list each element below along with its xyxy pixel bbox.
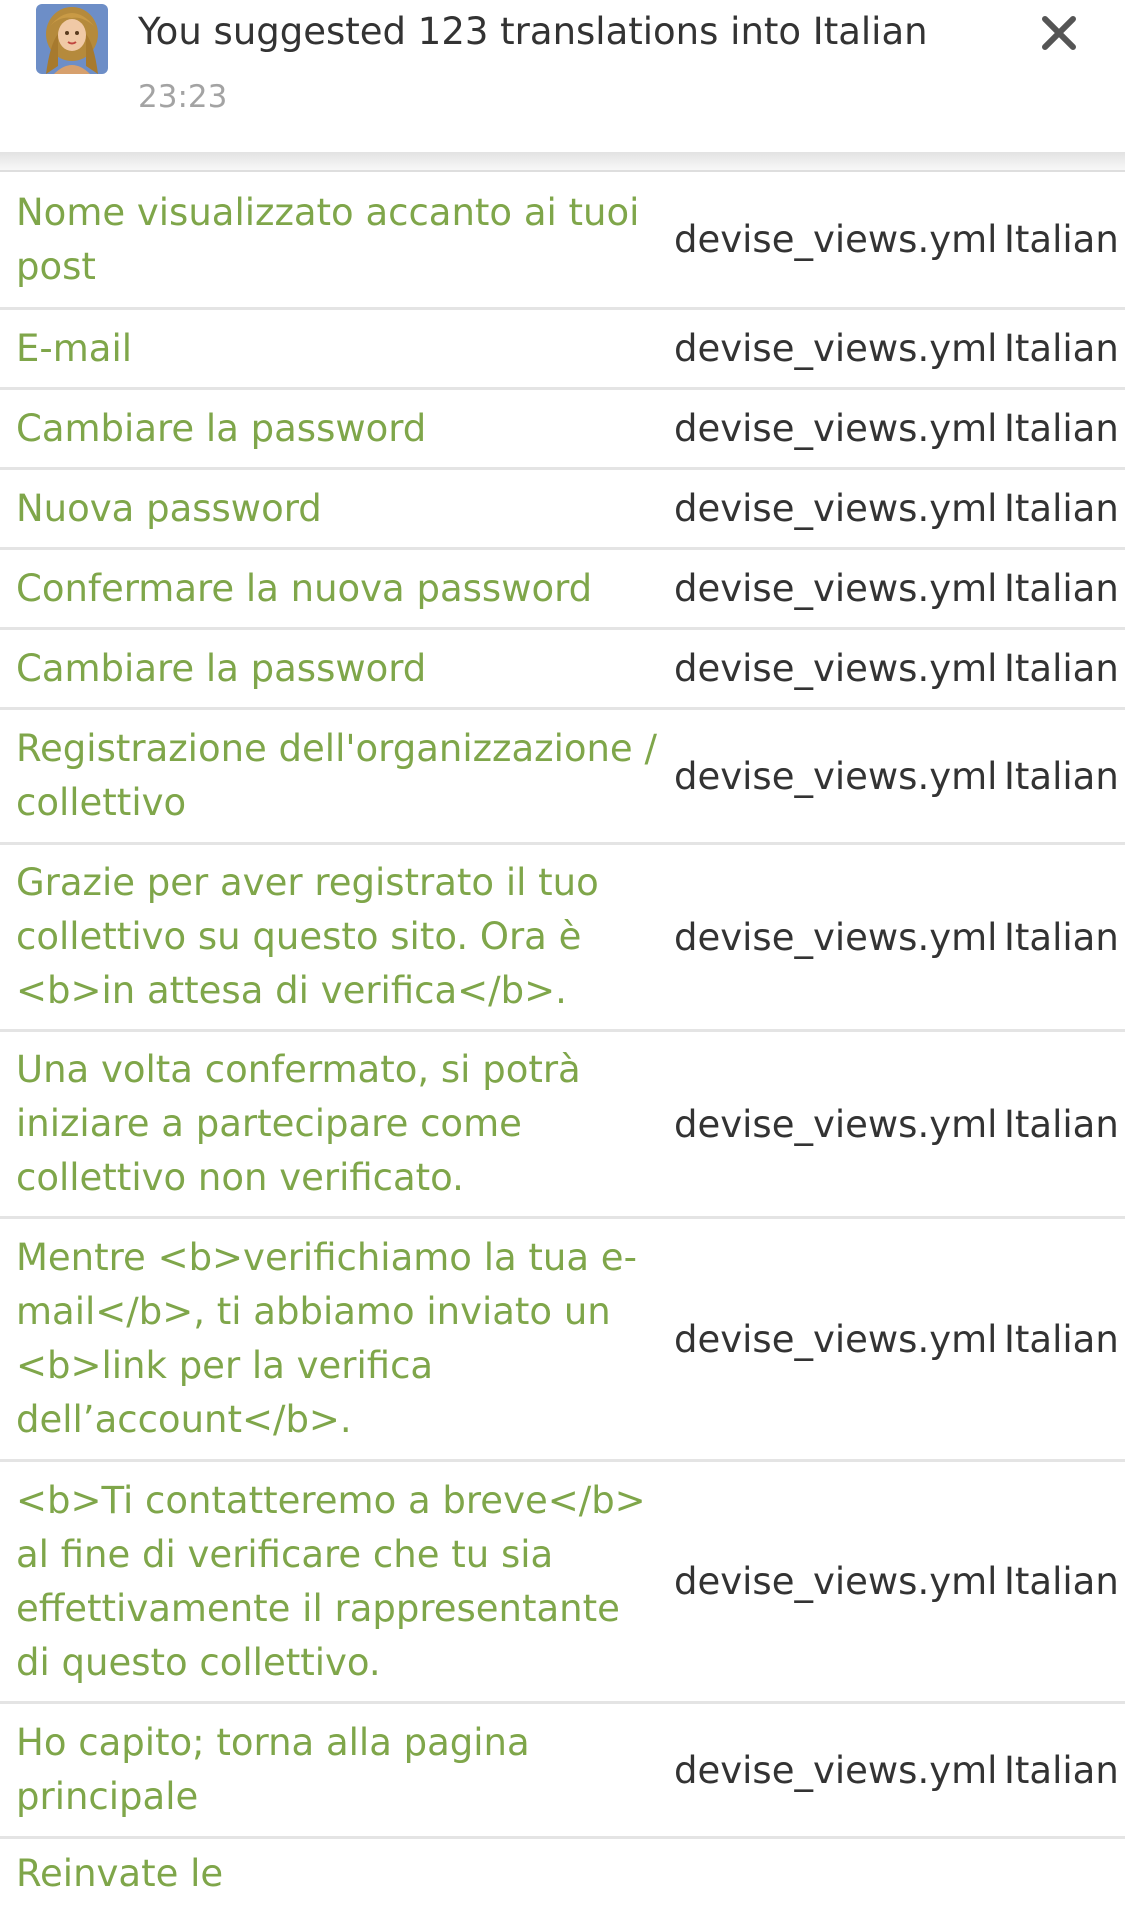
table-row[interactable]: <b>Ti contatteremo a breve</b> al fine d…: [0, 1462, 1125, 1704]
language: Italian: [1004, 327, 1119, 370]
avatar-image: [36, 4, 108, 74]
file-name: devise_views.yml: [674, 487, 998, 530]
translation-text[interactable]: <b>Ti contatteremo a breve</b> al fine d…: [0, 1474, 660, 1690]
language: Italian: [1004, 647, 1119, 690]
file-name: devise_views.yml: [674, 1102, 998, 1146]
table-row[interactable]: Ho capito; torna alla pagina principale …: [0, 1704, 1125, 1839]
close-icon: [1042, 16, 1076, 50]
language: Italian: [1004, 1317, 1119, 1361]
notification-title: You suggested 123 translations into Ital…: [138, 10, 928, 53]
file-name: devise_views.yml: [674, 754, 998, 798]
table-row[interactable]: Nome visualizzato accanto ai tuoi post d…: [0, 172, 1125, 310]
language: Italian: [1004, 1748, 1119, 1792]
translation-text[interactable]: Ho capito; torna alla pagina principale: [0, 1716, 660, 1824]
divider: [0, 152, 1125, 172]
translation-text[interactable]: Confermare la nuova password: [0, 562, 660, 616]
language: Italian: [1004, 915, 1119, 959]
translation-text[interactable]: E-mail: [0, 322, 660, 376]
notification-time: 23:23: [138, 79, 228, 115]
file-name: devise_views.yml: [674, 407, 998, 450]
language: Italian: [1004, 754, 1119, 798]
translations-table: Nome visualizzato accanto ai tuoi post d…: [0, 172, 1125, 1919]
translation-text[interactable]: Cambiare la password: [0, 402, 660, 456]
table-row[interactable]: Reinvate le: [0, 1839, 1125, 1919]
file-name: devise_views.yml: [674, 327, 998, 370]
table-row[interactable]: Mentre <b>verifichiamo la tua e-mail</b>…: [0, 1219, 1125, 1462]
translation-text[interactable]: Nuova password: [0, 482, 660, 536]
language: Italian: [1004, 407, 1119, 450]
file-name: devise_views.yml: [674, 1560, 998, 1603]
file-name: devise_views.yml: [674, 1748, 998, 1792]
table-row[interactable]: Registrazione dell'organizzazione / coll…: [0, 710, 1125, 845]
language: Italian: [1004, 218, 1119, 261]
table-row[interactable]: Nuova password devise_views.yml Italian: [0, 470, 1125, 550]
table-row[interactable]: Confermare la nuova password devise_view…: [0, 550, 1125, 630]
language: Italian: [1004, 487, 1119, 530]
file-name: devise_views.yml: [674, 915, 998, 959]
translation-text[interactable]: Registrazione dell'organizzazione / coll…: [0, 722, 660, 830]
language: Italian: [1004, 1102, 1119, 1146]
table-row[interactable]: Cambiare la password devise_views.yml It…: [0, 630, 1125, 710]
table-row[interactable]: E-mail devise_views.yml Italian: [0, 310, 1125, 390]
avatar: [36, 4, 108, 74]
table-row[interactable]: Una volta confermato, si potrà iniziare …: [0, 1032, 1125, 1219]
translation-text[interactable]: Cambiare la password: [0, 642, 660, 696]
translation-text[interactable]: Una volta confermato, si potrà iniziare …: [0, 1043, 660, 1205]
file-name: devise_views.yml: [674, 218, 998, 261]
file-name: devise_views.yml: [674, 1317, 998, 1361]
notification: You suggested 123 translations into Ital…: [0, 0, 1125, 152]
translation-text[interactable]: Mentre <b>verifichiamo la tua e-mail</b>…: [0, 1231, 660, 1447]
table-row[interactable]: Cambiare la password devise_views.yml It…: [0, 390, 1125, 470]
close-button[interactable]: [1032, 6, 1086, 60]
translation-text[interactable]: Nome visualizzato accanto ai tuoi post: [0, 186, 660, 294]
language: Italian: [1004, 1560, 1119, 1603]
table-row[interactable]: Grazie per aver registrato il tuo collet…: [0, 845, 1125, 1032]
translation-text[interactable]: Grazie per aver registrato il tuo collet…: [0, 856, 660, 1018]
file-name: devise_views.yml: [674, 567, 998, 610]
translation-text[interactable]: Reinvate le: [0, 1839, 660, 1901]
language: Italian: [1004, 567, 1119, 610]
file-name: devise_views.yml: [674, 647, 998, 690]
